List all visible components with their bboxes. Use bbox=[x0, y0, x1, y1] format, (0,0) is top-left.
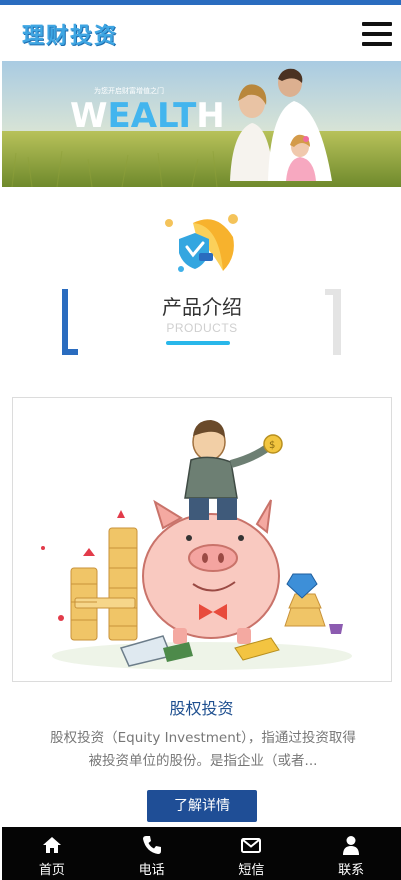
product-name[interactable]: 股权投资 bbox=[2, 695, 401, 719]
nav-label-contact: 联系 bbox=[338, 863, 365, 878]
nav-label-home: 首页 bbox=[38, 863, 65, 878]
phone-icon bbox=[142, 836, 161, 854]
hamburger-menu-icon[interactable] bbox=[362, 21, 392, 47]
learn-more-button[interactable]: 了解详情 bbox=[147, 790, 257, 822]
home-icon bbox=[42, 837, 61, 853]
products-section: 产品介绍 PRODUCTS $ 股权投资 股权投资（Equity Investm… bbox=[2, 187, 401, 827]
nav-item-contact[interactable]: 联系 bbox=[301, 827, 401, 880]
svg-text:$: $ bbox=[269, 440, 275, 451]
site-header: 理财投资 bbox=[0, 5, 401, 61]
piggy-bank-investment-illustration: $ bbox=[13, 398, 391, 681]
title-bracket-left bbox=[62, 289, 78, 355]
banner-headline: WEALTH bbox=[70, 96, 225, 136]
banner-image: WEALTH 为您开启财富增值之门 bbox=[2, 61, 401, 187]
nav-item-sms[interactable]: 短信 bbox=[202, 827, 302, 880]
nav-item-home[interactable]: 首页 bbox=[2, 827, 102, 880]
nav-label-sms: 短信 bbox=[238, 863, 265, 878]
banner-tagline: 为您开启财富增值之门 bbox=[94, 86, 164, 95]
bottom-nav: 首页 电话 短信 联系 bbox=[2, 827, 401, 880]
product-image-card[interactable]: $ bbox=[12, 397, 392, 682]
nav-label-phone: 电话 bbox=[138, 863, 165, 878]
section-title: 产品介绍 bbox=[162, 295, 242, 319]
user-icon bbox=[343, 836, 360, 855]
product-description: 股权投资（Equity Investment），指通过投资取得被投资单位的股份。… bbox=[50, 730, 356, 769]
umbrella-shield-icon bbox=[157, 209, 247, 285]
section-subtitle: PRODUCTS bbox=[166, 321, 238, 335]
envelope-icon bbox=[241, 838, 262, 853]
site-logo[interactable]: 理财投资 bbox=[22, 18, 118, 50]
hero-banner[interactable]: WEALTH 为您开启财富增值之门 bbox=[2, 61, 401, 187]
title-underline bbox=[166, 341, 230, 345]
nav-item-phone[interactable]: 电话 bbox=[102, 827, 202, 880]
title-bracket-right bbox=[325, 289, 341, 355]
